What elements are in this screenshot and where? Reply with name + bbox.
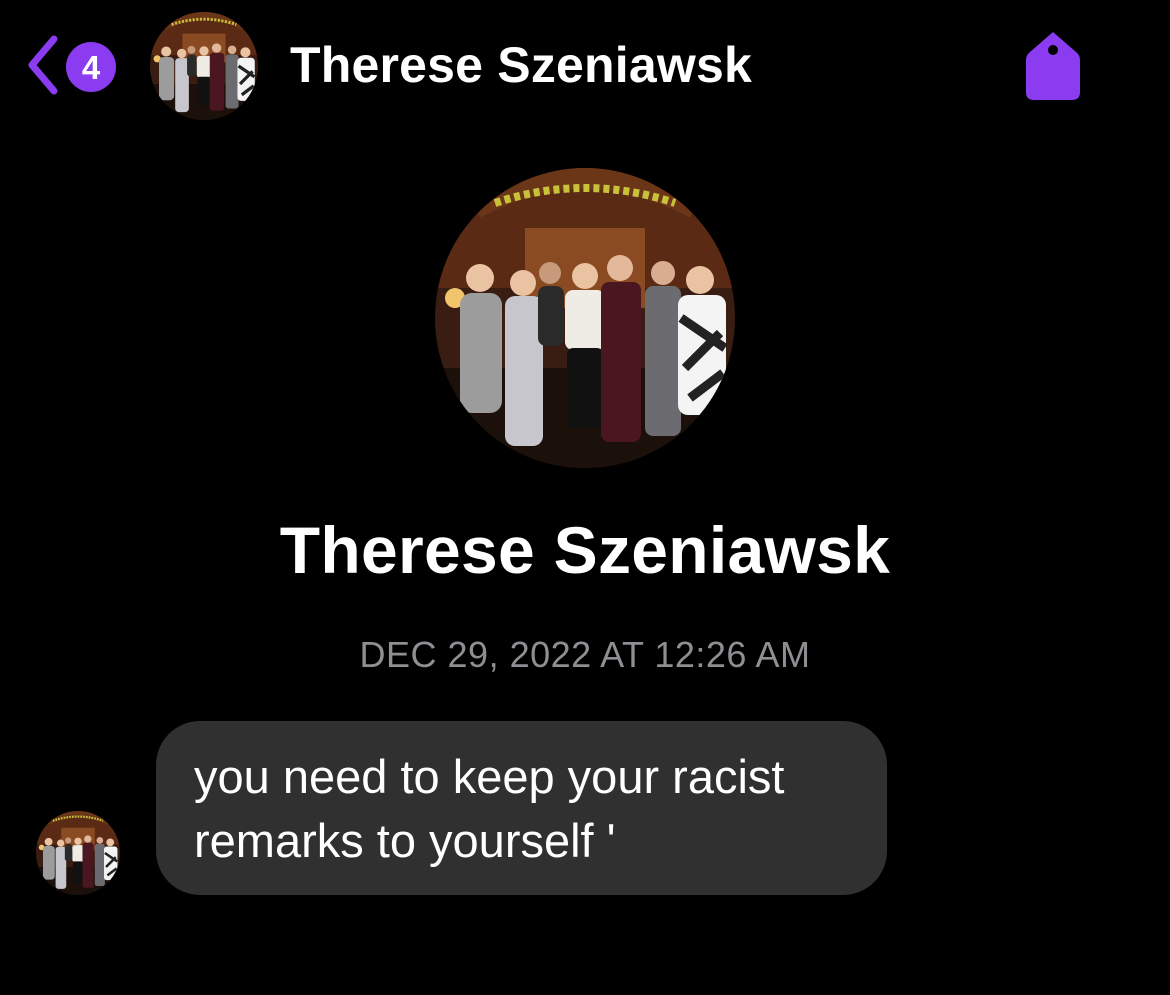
unread-count-badge: 4 [66, 42, 116, 92]
conversation-header: 4 Therese Szeniawsk [0, 0, 1170, 135]
message-sender-avatar[interactable] [36, 811, 120, 895]
incoming-message-bubble[interactable]: you need to keep your racist remarks to … [156, 721, 887, 895]
tag-button[interactable] [1022, 28, 1084, 102]
conversation-screen: 4 Therese Szeniawsk Therese Szeniawsk DE… [0, 0, 1170, 995]
tag-icon [1022, 28, 1084, 102]
profile-avatar[interactable] [435, 168, 735, 468]
message-timestamp: DEC 29, 2022 AT 12:26 AM [359, 634, 811, 675]
chevron-left-icon [22, 33, 62, 97]
profile-name: Therese Szeniawsk [279, 513, 891, 587]
back-button[interactable]: 4 [22, 30, 127, 100]
message-text: you need to keep your racist remarks to … [194, 750, 785, 867]
header-avatar[interactable] [150, 12, 258, 120]
header-contact-name[interactable]: Therese Szeniawsk [290, 36, 752, 94]
